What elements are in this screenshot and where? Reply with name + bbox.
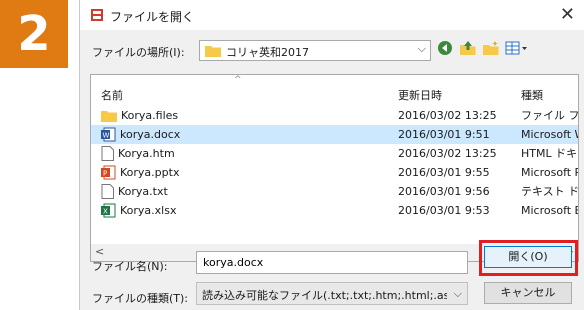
file-date: 2016/03/01 9:56 bbox=[398, 185, 490, 198]
scroll-left-icon[interactable]: < bbox=[95, 245, 104, 258]
open-button[interactable]: 開く(O) bbox=[484, 246, 572, 268]
file-type: Microsoft Wor bbox=[521, 128, 578, 141]
file-date: 2016/03/01 9:51 bbox=[398, 128, 490, 141]
file-name-input[interactable] bbox=[196, 251, 468, 274]
powerpoint-icon: P bbox=[101, 165, 116, 180]
sort-indicator-icon: ^ bbox=[234, 75, 242, 85]
excel-icon: X bbox=[101, 203, 116, 218]
column-header-name[interactable]: 名前 bbox=[101, 87, 123, 105]
document-icon bbox=[101, 184, 114, 199]
back-icon[interactable] bbox=[437, 40, 453, 59]
file-type: HTML ドキュメン bbox=[521, 147, 578, 160]
chevron-down-icon: ⌵ bbox=[417, 42, 426, 55]
file-name: Korya.htm bbox=[118, 147, 175, 160]
file-date: 2016/03/01 9:55 bbox=[398, 166, 490, 179]
column-header-date[interactable]: 更新日時 bbox=[398, 87, 442, 105]
word-icon: W bbox=[101, 127, 116, 142]
look-in-label: ファイルの場所(I): bbox=[92, 46, 185, 59]
new-folder-icon[interactable] bbox=[482, 40, 500, 59]
file-date: 2016/03/01 9:53 bbox=[398, 204, 490, 217]
file-row[interactable]: Korya.htm 2016/03/02 13:25 HTML ドキュメン bbox=[91, 144, 578, 163]
file-name: Korya.txt bbox=[118, 185, 168, 198]
app-icon bbox=[90, 8, 104, 25]
file-name: korya.docx bbox=[120, 128, 181, 141]
column-header-type[interactable]: 種類 bbox=[521, 87, 543, 105]
file-name-label: ファイル名(N): bbox=[92, 260, 168, 273]
dialog-title: ファイルを開く bbox=[110, 10, 195, 24]
file-type-value: 読み込み可能なファイル(.txt;.txt;.htm;.html;.asp;.a bbox=[202, 289, 447, 302]
file-type: ファイル フォルダー bbox=[521, 109, 579, 122]
file-date: 2016/03/02 13:25 bbox=[398, 109, 497, 122]
title-bar: ファイルを開く ✕ bbox=[80, 0, 584, 30]
close-icon[interactable]: ✕ bbox=[560, 4, 575, 25]
file-type: Microsoft Exce bbox=[521, 204, 578, 217]
folder-icon bbox=[205, 44, 221, 60]
file-date: 2016/03/02 13:25 bbox=[398, 147, 497, 160]
file-type: Microsoft Pow bbox=[521, 166, 578, 179]
file-list[interactable]: ^ 名前 更新日時 種類 Korya.files 2016/03/02 13:2… bbox=[90, 74, 579, 262]
file-name: Korya.xlsx bbox=[120, 204, 177, 217]
file-type-label: ファイルの種類(T): bbox=[92, 292, 189, 305]
file-row[interactable]: P Korya.pptx 2016/03/01 9:55 Microsoft P… bbox=[91, 163, 578, 182]
chevron-down-icon: ⌵ bbox=[453, 287, 462, 300]
file-type-dropdown[interactable]: 読み込み可能なファイル(.txt;.txt;.htm;.html;.asp;.a… bbox=[196, 282, 468, 305]
file-row-selected[interactable]: W korya.docx 2016/03/01 9:51 Microsoft W… bbox=[91, 125, 578, 144]
svg-text:X: X bbox=[103, 208, 108, 216]
folder-icon bbox=[101, 111, 117, 122]
cancel-button[interactable]: キャンセル bbox=[484, 282, 572, 304]
svg-text:P: P bbox=[103, 170, 107, 178]
view-menu-icon[interactable] bbox=[505, 40, 529, 59]
look-in-value: コリャ英和2017 bbox=[226, 46, 309, 59]
step-number-badge: 2 bbox=[0, 0, 68, 68]
file-row[interactable]: X Korya.xlsx 2016/03/01 9:53 Microsoft E… bbox=[91, 201, 578, 220]
up-folder-icon[interactable] bbox=[459, 40, 477, 59]
file-type: テキスト ドキュメン bbox=[521, 185, 579, 198]
svg-text:W: W bbox=[103, 132, 110, 140]
file-name: Korya.pptx bbox=[120, 166, 180, 179]
document-icon bbox=[101, 146, 114, 161]
look-in-dropdown[interactable]: コリャ英和2017 ⌵ bbox=[199, 40, 431, 61]
file-row[interactable]: Korya.files 2016/03/02 13:25 ファイル フォルダー bbox=[91, 106, 578, 125]
file-name: Korya.files bbox=[121, 109, 179, 122]
file-row[interactable]: Korya.txt 2016/03/01 9:56 テキスト ドキュメン bbox=[91, 182, 578, 201]
look-in-row: ファイルの場所(I): コリャ英和2017 ⌵ bbox=[80, 38, 584, 64]
open-file-dialog: ファイルを開く ✕ ファイルの場所(I): コリャ英和2017 ⌵ ^ 名前 更… bbox=[79, 0, 584, 310]
